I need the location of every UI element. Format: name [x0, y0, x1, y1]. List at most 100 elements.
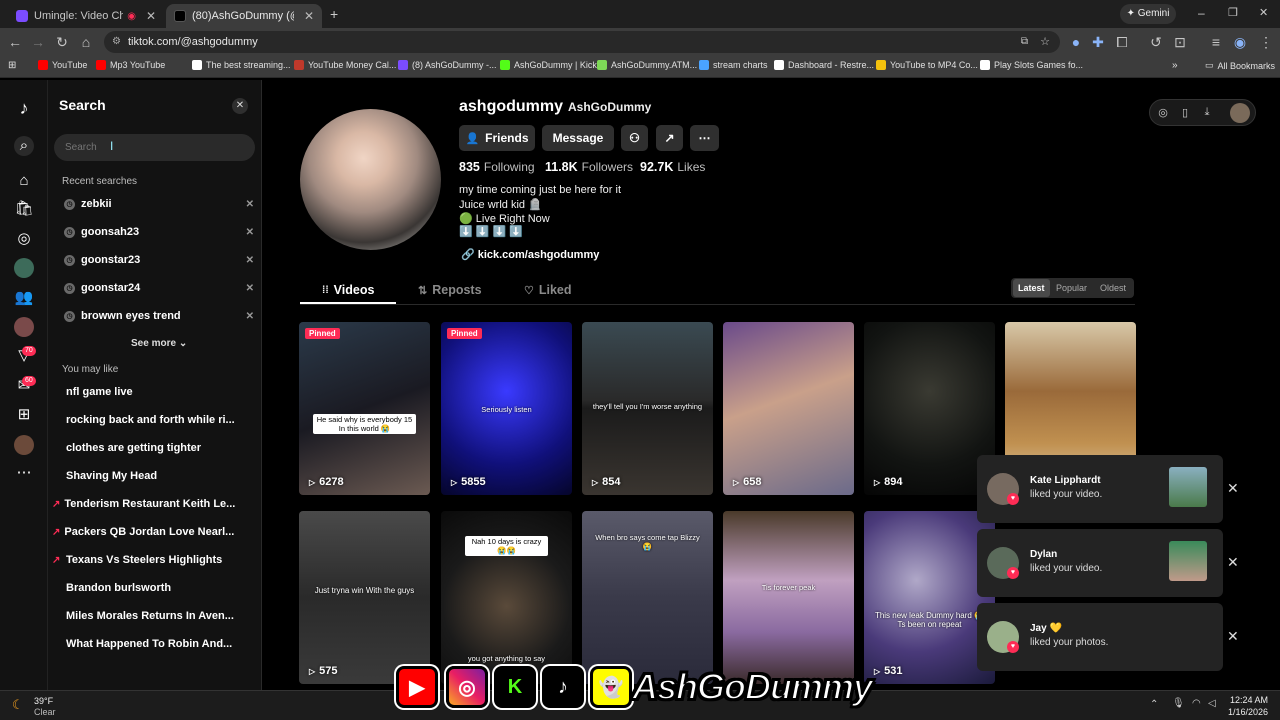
- profile-icon[interactable]: ◉: [1232, 34, 1248, 50]
- bookmark-item[interactable]: (8) AshGoDummy -...: [398, 60, 497, 70]
- video-card[interactable]: Nah 10 days is crazy 😭😭 you got anything…: [441, 511, 572, 684]
- upload-icon[interactable]: ⊞: [14, 405, 34, 425]
- tab-reposts[interactable]: ⇅ Reposts: [418, 283, 482, 297]
- browser-tab-umingle[interactable]: Umingle: Video Chat with S ◉ ✕: [8, 4, 164, 28]
- bookmark-item[interactable]: YouTube: [38, 60, 87, 70]
- close-notification-icon[interactable]: ✕: [1227, 628, 1239, 645]
- install-icon[interactable]: ⧉: [1021, 31, 1028, 53]
- close-notification-icon[interactable]: ✕: [1227, 480, 1239, 497]
- notification-toast[interactable]: ♥ Dylan liked your video. ✕: [977, 529, 1239, 597]
- profile-link[interactable]: 🔗 kick.com/ashgodummy: [461, 248, 599, 261]
- new-tab-icon[interactable]: +: [330, 6, 338, 22]
- recent-search-item[interactable]: ◷ goonstar23 ✕: [58, 249, 254, 271]
- home-icon[interactable]: ⌂: [14, 171, 34, 191]
- browser-menu-icon[interactable]: ⋮: [1258, 34, 1274, 50]
- live-avatar-icon[interactable]: [14, 317, 34, 337]
- video-card[interactable]: Just tryna win With the guys ▷ 575: [299, 511, 430, 684]
- notification-toast[interactable]: ♥ Kate Lipphardt liked your video. ✕: [977, 455, 1239, 523]
- recent-search-item[interactable]: ◷ goonstar24 ✕: [58, 277, 254, 299]
- extension-icon[interactable]: ●: [1068, 34, 1084, 50]
- minimize-icon[interactable]: –: [1198, 6, 1205, 20]
- following-avatar-icon[interactable]: [14, 258, 34, 278]
- bookmark-item[interactable]: The best streaming...: [192, 60, 291, 70]
- video-card[interactable]: Tis forever peak: [723, 511, 854, 684]
- search-input[interactable]: [54, 134, 255, 161]
- remove-recent-icon[interactable]: ✕: [246, 255, 254, 266]
- suggestion-item[interactable]: What Happened To Robin And...: [66, 638, 246, 650]
- sort-popular-button[interactable]: Popular: [1051, 279, 1092, 297]
- apps-icon[interactable]: ⊞: [8, 60, 16, 71]
- wifi-icon[interactable]: ◠: [1192, 698, 1201, 709]
- tab-search-icon[interactable]: ⊡: [1172, 34, 1188, 50]
- more-icon[interactable]: ⋯: [14, 463, 34, 483]
- download-icon[interactable]: ⤓: [1200, 106, 1214, 119]
- video-card[interactable]: ▷ 894: [864, 322, 995, 495]
- bookmark-item[interactable]: AshGoDummy | Kick: [500, 60, 597, 70]
- shop-icon[interactable]: 🛍: [14, 199, 34, 219]
- more-options-icon[interactable]: ⋯: [690, 125, 719, 151]
- notification-toast[interactable]: ♥ Jay 💛 liked your photos. ✕: [977, 603, 1239, 671]
- explore-icon[interactable]: ◎: [14, 229, 34, 249]
- video-card[interactable]: When bro says come tap Blizzy 😭: [582, 511, 713, 684]
- suggestion-item[interactable]: Shaving My Head: [66, 470, 246, 482]
- video-card[interactable]: Pinned He said why is everybody 15 In th…: [299, 322, 430, 495]
- followers-stat[interactable]: 11.8K Followers: [545, 160, 633, 174]
- bookmark-item[interactable]: AshGoDummy.ATM...: [597, 60, 697, 70]
- suggestion-item[interactable]: ↗ Tenderism Restaurant Keith Le...: [52, 498, 235, 510]
- remove-recent-icon[interactable]: ✕: [246, 283, 254, 294]
- volume-icon[interactable]: ◁: [1208, 698, 1216, 709]
- bookmark-item[interactable]: Play Slots Games fo...: [980, 60, 1083, 70]
- close-tab-icon[interactable]: ✕: [304, 9, 314, 23]
- tab-videos[interactable]: ⁞⁞ Videos: [322, 283, 374, 297]
- remove-recent-icon[interactable]: ✕: [246, 311, 254, 322]
- suggestion-item[interactable]: Miles Morales Returns In Aven...: [66, 610, 246, 622]
- bookmark-item[interactable]: stream charts: [699, 60, 768, 70]
- recent-search-item[interactable]: ◷ browwn eyes trend ✕: [58, 305, 254, 327]
- bookmark-item[interactable]: YouTube to MP4 Co...: [876, 60, 978, 70]
- bookmark-item[interactable]: Mp3 YouTube: [96, 60, 165, 70]
- microphone-icon[interactable]: 🎙: [1172, 698, 1185, 709]
- user-avatar-icon[interactable]: [1230, 103, 1250, 123]
- device-icon[interactable]: ▯: [1178, 106, 1192, 119]
- see-more-button[interactable]: See more ⌄: [131, 338, 187, 349]
- home-icon[interactable]: ⌂: [78, 34, 94, 50]
- recent-search-item[interactable]: ◷ goonsah23 ✕: [58, 221, 254, 243]
- bookmark-item[interactable]: YouTube Money Cal...: [294, 60, 396, 70]
- bookmark-item[interactable]: Dashboard - Restre...: [774, 60, 874, 70]
- message-button[interactable]: Message: [542, 125, 614, 151]
- friends-icon[interactable]: 👥: [14, 288, 34, 308]
- close-notification-icon[interactable]: ✕: [1227, 554, 1239, 571]
- tiktok-logo-icon[interactable]: ♪: [14, 98, 34, 118]
- forward-icon[interactable]: →: [30, 34, 46, 50]
- suggestion-item[interactable]: clothes are getting tighter: [66, 442, 246, 454]
- share-icon[interactable]: ↗: [656, 125, 683, 151]
- suggestion-item[interactable]: ↗ Packers QB Jordan Love Nearl...: [52, 526, 234, 538]
- recent-search-item[interactable]: ◷ zebkii ✕: [58, 193, 254, 215]
- profile-avatar-icon[interactable]: [14, 435, 34, 455]
- video-card[interactable]: they'll tell you I'm worse anything ▷ 854: [582, 322, 713, 495]
- all-bookmarks-button[interactable]: ▭ All Bookmarks: [1205, 60, 1275, 71]
- gemini-button[interactable]: ✦ Gemini: [1120, 4, 1176, 24]
- coins-icon[interactable]: ◎: [1156, 106, 1170, 119]
- browser-tab-tiktok[interactable]: (80)AshGoDummy (@ashgodu ✕: [166, 4, 322, 28]
- close-window-icon[interactable]: ✕: [1259, 6, 1268, 19]
- video-card[interactable]: ▷ 658: [723, 322, 854, 495]
- address-bar[interactable]: ⚙ tiktok.com/@ashgodummy ⧉ ☆: [104, 31, 1060, 53]
- back-icon[interactable]: ←: [7, 34, 23, 50]
- more-bookmarks-icon[interactable]: »: [1172, 60, 1178, 71]
- reload-icon[interactable]: ↻: [54, 34, 70, 50]
- suggestion-item[interactable]: Brandon burlsworth: [66, 582, 246, 594]
- add-friend-icon[interactable]: ⚇: [621, 125, 648, 151]
- suggestion-item[interactable]: nfl game live: [66, 386, 246, 398]
- history-icon[interactable]: ↺: [1148, 34, 1164, 50]
- close-tab-icon[interactable]: ✕: [146, 9, 156, 23]
- tab-liked[interactable]: ♡ Liked: [524, 283, 572, 297]
- remove-recent-icon[interactable]: ✕: [246, 227, 254, 238]
- friends-button[interactable]: 👤 Friends: [459, 125, 535, 151]
- sort-oldest-button[interactable]: Oldest: [1095, 279, 1131, 297]
- site-info-icon[interactable]: ⚙: [112, 31, 121, 53]
- extensions-puzzle-icon[interactable]: ⧠: [1114, 34, 1130, 50]
- close-search-icon[interactable]: ✕: [232, 98, 248, 114]
- maximize-icon[interactable]: ❐: [1228, 6, 1238, 19]
- tray-chevron-icon[interactable]: ⌃: [1150, 699, 1158, 710]
